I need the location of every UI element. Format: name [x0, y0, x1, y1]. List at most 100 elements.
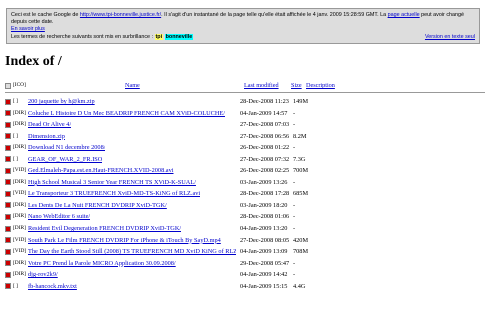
file-icon: [5, 98, 11, 105]
file-link[interactable]: Coluche L Histoire D Un Mec BEADRIP FREN…: [28, 108, 225, 120]
video-file-icon: [5, 248, 11, 255]
sort-by-name[interactable]: Name: [125, 82, 140, 89]
header-icon: [ICO]: [5, 82, 26, 89]
table-row: [DIR] Resident Evil Degeneration FRENCH D…: [0, 223, 490, 235]
file-link[interactable]: The Day the Earth Stood Still (2008) TS …: [28, 246, 236, 258]
file-link[interactable]: 200 jaquette by h@km.zip: [28, 96, 95, 108]
file-link[interactable]: South Park Le Film FRENCH DVDRIP For iPh…: [28, 235, 221, 247]
file-link[interactable]: Nano WebEditor 6 suite/: [28, 211, 90, 223]
file-link[interactable]: Dimension.zip: [28, 131, 65, 143]
file-icon: [5, 283, 11, 290]
file-link[interactable]: Download N1 decembre 2008/: [28, 142, 105, 154]
folder-icon: [5, 179, 11, 186]
header-divider: [5, 92, 485, 93]
sort-by-last-modified[interactable]: Last modified: [244, 82, 279, 89]
last-modified: 03-Jan-2009 18:20: [240, 201, 288, 209]
table-row: [ ] GEAR_OF_WAR_2_FR.ISO 27-Dec-2008 07:32…: [0, 154, 490, 166]
file-link[interactable]: Dead Or Alive 4/: [28, 119, 71, 131]
last-modified: 04-Jan-2009 13:20: [240, 225, 288, 233]
folder-icon: [5, 225, 11, 232]
file-size: 8.2M: [293, 132, 307, 140]
file-size: 685M: [293, 190, 309, 198]
last-modified: 28-Dec-2008 17:28: [240, 190, 290, 198]
folder-icon: [5, 144, 11, 151]
current-page-link[interactable]: page actuelle: [388, 12, 420, 18]
table-row: [DIR] djg-rov2k9/04-Jan-2009 14:42-: [0, 269, 490, 281]
last-modified: 04-Jan-2009 14:57: [240, 109, 288, 117]
video-file-icon: [5, 237, 11, 244]
file-icon: [ ]: [5, 283, 18, 290]
cached-url-link[interactable]: http://www.tpi-bonneville.justice.fr/: [80, 12, 161, 18]
table-row: [DIR] Dead Or Alive 4/27-Dec-2008 07:03-: [0, 119, 490, 131]
folder-icon: [DIR]: [5, 144, 26, 151]
folder-icon: [DIR]: [5, 121, 26, 128]
table-row: [VID] South Park Le Film FRENCH DVDRIP Fo…: [0, 235, 490, 247]
file-link[interactable]: djg-rov2k9/: [28, 269, 58, 281]
file-icon: [ ]: [5, 156, 18, 163]
listing-header: [ICO] Name Last modified Size Descriptio…: [0, 81, 490, 91]
table-row: [DIR] Nano WebEditor 6 suite/28-Dec-2008 …: [0, 211, 490, 223]
video-file-icon: [VID]: [5, 237, 26, 244]
table-row: [VID] Le Transporteur 3 TRUEFRENCH XviD-M…: [0, 188, 490, 200]
folder-icon: [DIR]: [5, 202, 26, 209]
last-modified: 27-Dec-2008 07:03: [240, 121, 290, 129]
table-row: [DIR] Download N1 decembre 2008/26-Dec-20…: [0, 142, 490, 154]
file-size: -: [293, 144, 296, 152]
last-modified: 28-Dec-2008 11:23: [240, 98, 289, 105]
file-size: -: [293, 109, 296, 117]
last-modified: 27-Dec-2008 06:56: [240, 132, 290, 140]
file-link[interactable]: Ged.Elmaleh-Papa.est.en.Haut-FRENCH.XVID…: [28, 165, 174, 177]
video-file-icon: [5, 167, 11, 174]
file-icon: [5, 133, 11, 140]
folder-icon: [5, 202, 11, 209]
file-link[interactable]: Resident Evil Degeneration FRENCH DVDRIP…: [28, 223, 181, 235]
file-link[interactable]: High School Musical 3 Senior Year FRENCH…: [28, 177, 196, 189]
folder-icon: [5, 271, 11, 278]
folder-icon: [DIR]: [5, 213, 26, 220]
file-link[interactable]: GEAR_OF_WAR_2_FR.ISO: [28, 154, 102, 166]
table-row: [DIR] Les Dents De La Nuit FRENCH DVDRIP …: [0, 200, 490, 212]
file-link[interactable]: fb-hancock.mkv.txt: [28, 281, 77, 293]
video-file-icon: [5, 190, 11, 197]
file-size: -: [293, 121, 296, 129]
highlight-term-1: tpi: [154, 34, 164, 40]
file-size: 700M: [293, 167, 309, 175]
file-size: -: [293, 259, 296, 267]
last-modified: 26-Dec-2008 01:22: [240, 144, 290, 152]
cache-notice: Ceci est le cache Google de http://www.t…: [11, 12, 465, 25]
text-only-link[interactable]: Version en texte seul: [425, 34, 475, 41]
table-row: [DIR] Coluche L Histoire D Un Mec BEADRIP…: [0, 108, 490, 120]
video-file-icon: [VID]: [5, 248, 26, 255]
file-size: -: [293, 201, 296, 209]
file-size: -: [293, 213, 296, 221]
table-row: [DIR] High School Musical 3 Senior Year F…: [0, 177, 490, 189]
folder-icon: [5, 110, 11, 117]
file-link[interactable]: Le Transporteur 3 TRUEFRENCH XviD-MD-TS-…: [28, 188, 200, 200]
last-modified: 29-Dec-2008 05:47: [240, 259, 290, 267]
folder-icon: [5, 121, 11, 128]
google-cache-banner: Ceci est le cache Google de http://www.t…: [6, 8, 480, 44]
file-size: 708M: [293, 248, 309, 256]
sort-by-description[interactable]: Description: [306, 82, 335, 89]
last-modified: 03-Jan-2009 13:26: [240, 178, 288, 186]
highlight-term-2: bonneville: [164, 34, 194, 40]
sort-by-size[interactable]: Size: [291, 82, 302, 89]
last-modified: 04-Jan-2009 13:09: [240, 248, 288, 256]
file-link[interactable]: Les Dents De La Nuit FRENCH DVDRIP XviD-…: [28, 200, 167, 212]
folder-icon: [DIR]: [5, 179, 26, 186]
folder-icon: [DIR]: [5, 271, 26, 278]
file-size: -: [293, 178, 296, 186]
table-row: [VID] Ged.Elmaleh-Papa.est.en.Haut-FRENCH…: [0, 165, 490, 177]
last-modified: 27-Dec-2008 08:05: [240, 236, 290, 244]
file-size: 4.4G: [293, 282, 306, 290]
file-link[interactable]: Votre PC Prend la Parole MICRO Applicati…: [28, 258, 176, 270]
table-row: [ ] Dimension.zip 27-Dec-2008 06:56 8.2M: [0, 131, 490, 143]
blank-icon: [5, 82, 11, 89]
folder-icon: [DIR]: [5, 225, 26, 232]
learn-more-link[interactable]: En savoir plus: [11, 26, 45, 32]
folder-icon: [5, 260, 11, 267]
table-row: [ ] fb-hancock.mkv.txt 04-Jan-2009 15:15 4.…: [0, 281, 490, 293]
file-size: -: [293, 225, 296, 233]
last-modified: 27-Dec-2008 07:32: [240, 155, 290, 163]
last-modified: 28-Dec-2008 01:06: [240, 213, 290, 221]
